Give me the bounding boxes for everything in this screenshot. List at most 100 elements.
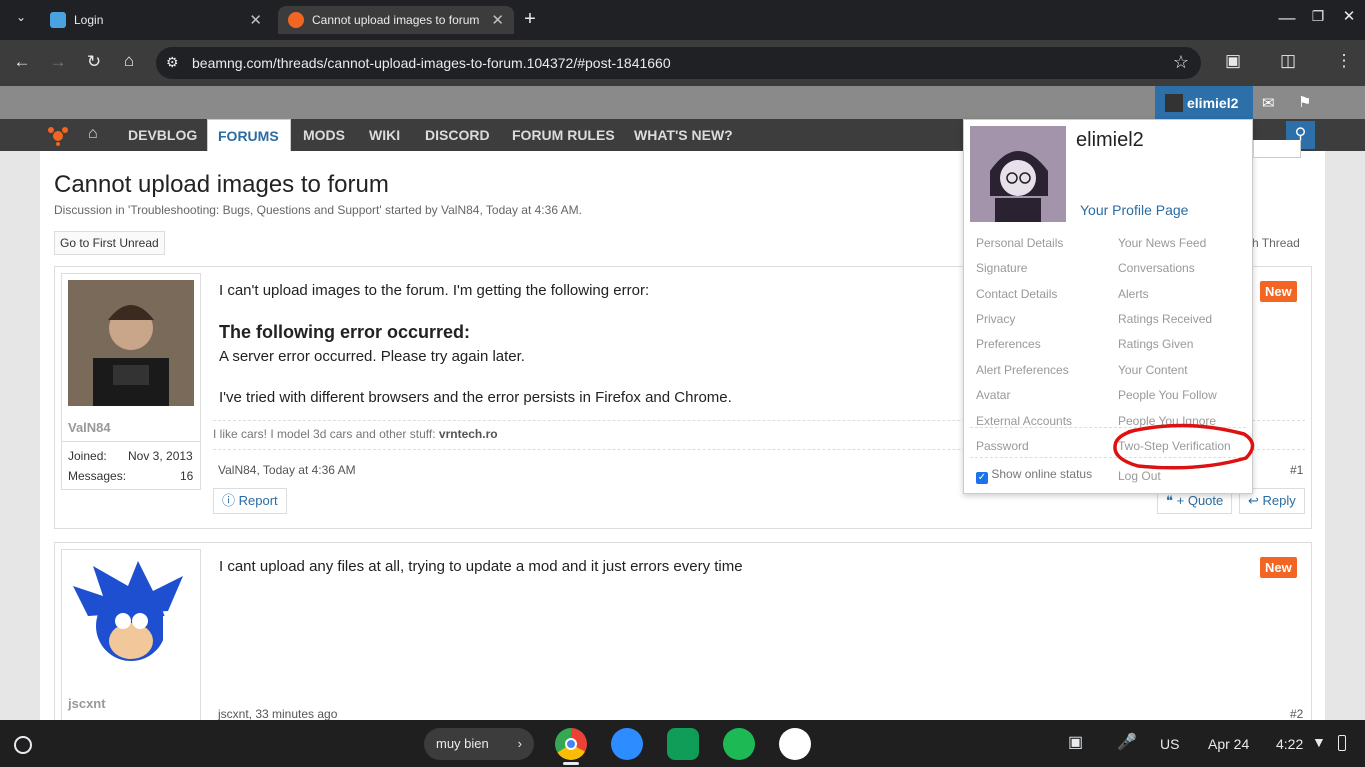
- menu-preferences[interactable]: Preferences: [976, 337, 1041, 351]
- menu-contact-details[interactable]: Contact Details: [976, 287, 1057, 301]
- date[interactable]: Apr 24: [1208, 736, 1249, 752]
- chevron-right-icon: ›: [517, 736, 522, 751]
- nav-devblog[interactable]: DEVBLOG: [118, 119, 207, 151]
- menu-ratings-received[interactable]: Ratings Received: [1118, 312, 1212, 326]
- chrome-icon[interactable]: [555, 728, 587, 760]
- menu-people-you-follow[interactable]: People You Follow: [1118, 388, 1217, 402]
- nav-discord[interactable]: DISCORD: [415, 119, 500, 151]
- address-bar[interactable]: ⚙ beamng.com/threads/cannot-upload-image…: [156, 47, 1201, 79]
- close-icon[interactable]: ✕: [491, 11, 504, 29]
- spotify-icon[interactable]: [723, 728, 755, 760]
- tab-search-icon[interactable]: ⌄: [6, 10, 36, 24]
- screenshot-icon[interactable]: ▣: [1068, 732, 1083, 752]
- info-icon: ⓘ: [222, 493, 236, 508]
- menu-privacy[interactable]: Privacy: [976, 312, 1015, 326]
- restore-icon[interactable]: ❐: [1303, 8, 1333, 25]
- menu-alerts[interactable]: Alerts: [1118, 287, 1149, 301]
- menu-external-accounts[interactable]: External Accounts: [976, 414, 1072, 428]
- avatar[interactable]: [68, 556, 194, 682]
- back-icon[interactable]: ←: [7, 52, 37, 72]
- nav-mods[interactable]: MODS: [293, 119, 355, 151]
- menu-personal-details[interactable]: Personal Details: [976, 236, 1063, 250]
- messages-label: Messages:: [68, 469, 127, 483]
- launcher-icon[interactable]: [14, 736, 32, 754]
- menu-alert-preferences[interactable]: Alert Preferences: [976, 363, 1069, 377]
- checkbox-checked[interactable]: ✓: [976, 472, 988, 484]
- profile-page-link[interactable]: Your Profile Page: [1080, 202, 1188, 218]
- post-footer[interactable]: jscxnt, 33 minutes ago: [218, 707, 337, 721]
- home-icon[interactable]: ⌂: [114, 51, 144, 71]
- avatar[interactable]: [68, 280, 194, 406]
- post-number[interactable]: #1: [1290, 463, 1303, 477]
- nav-forums[interactable]: FORUMS: [207, 119, 291, 151]
- tab-strip: ⌄ Login ✕ Cannot upload images to forum …: [0, 0, 1365, 40]
- account-button[interactable]: elimiel2: [1155, 86, 1253, 119]
- text-pill[interactable]: muy bien ›: [424, 728, 534, 760]
- post-username[interactable]: ValN84: [68, 420, 111, 435]
- bookmark-star-icon[interactable]: ☆: [1173, 52, 1189, 73]
- input-language[interactable]: US: [1160, 736, 1179, 752]
- minimize-icon[interactable]: —: [1272, 8, 1302, 28]
- joined-label: Joined:: [68, 449, 107, 463]
- extensions-icon[interactable]: ▣: [1218, 51, 1248, 71]
- classroom-icon[interactable]: [667, 728, 699, 760]
- report-button[interactable]: ⓘ Report: [213, 488, 287, 514]
- post-footer[interactable]: ValN84, Today at 4:36 AM: [218, 463, 356, 477]
- tab-thread[interactable]: Cannot upload images to forum ✕: [278, 6, 514, 34]
- new-tab-icon[interactable]: +: [515, 8, 545, 31]
- cloud-icon: [50, 12, 66, 28]
- menu-news-feed[interactable]: Your News Feed: [1118, 236, 1206, 250]
- menu-your-content[interactable]: Your Content: [1118, 363, 1188, 377]
- menu-icon[interactable]: ⋮: [1329, 51, 1359, 71]
- messages-count: 16: [180, 469, 194, 483]
- post-username[interactable]: jscxnt: [68, 696, 106, 711]
- thread-meta: Discussion in 'Troubleshooting: Bugs, Qu…: [54, 203, 582, 217]
- menu-conversations[interactable]: Conversations: [1118, 261, 1195, 275]
- home-icon[interactable]: ⌂: [88, 125, 98, 143]
- menu-ratings-given[interactable]: Ratings Given: [1118, 337, 1193, 351]
- nav-wiki[interactable]: WIKI: [359, 119, 410, 151]
- post-text: I can't upload images to the forum. I'm …: [219, 282, 650, 299]
- inbox-icon[interactable]: ✉: [1262, 94, 1275, 112]
- close-icon[interactable]: ✕: [249, 11, 262, 29]
- reply-icon: ↩: [1248, 493, 1259, 508]
- reporting-tab: [1253, 140, 1301, 158]
- post-text: I've tried with different browsers and t…: [219, 389, 732, 406]
- reading-list-icon[interactable]: ◫: [1273, 51, 1303, 71]
- capcut-icon[interactable]: [779, 728, 811, 760]
- menu-signature[interactable]: Signature: [976, 261, 1027, 275]
- wifi-icon[interactable]: ▼: [1312, 734, 1326, 750]
- active-app-indicator: [563, 762, 579, 765]
- dropdown-username: elimiel2: [1076, 129, 1144, 151]
- alerts-flag-icon[interactable]: ⚑: [1298, 93, 1311, 111]
- dropdown-avatar[interactable]: [970, 126, 1066, 222]
- reply-label: Reply: [1262, 493, 1296, 508]
- zoom-icon[interactable]: [611, 728, 643, 760]
- go-to-first-unread-button[interactable]: Go to First Unread: [54, 231, 165, 255]
- clock[interactable]: 4:22: [1276, 736, 1303, 752]
- account-username: elimiel2: [1187, 94, 1239, 111]
- beamng-logo-icon[interactable]: [47, 126, 69, 146]
- microphone-icon[interactable]: 🎤: [1117, 732, 1137, 752]
- nav-whats-new[interactable]: WHAT'S NEW?: [624, 119, 743, 151]
- post-number[interactable]: #2: [1290, 707, 1303, 721]
- signature: I like cars! I model 3d cars and other s…: [213, 427, 498, 441]
- site-info-icon[interactable]: ⚙: [166, 54, 179, 71]
- forward-icon[interactable]: →: [43, 52, 73, 72]
- menu-password[interactable]: Password: [976, 439, 1029, 453]
- window-close-icon[interactable]: ✕: [1334, 7, 1364, 25]
- error-heading: The following error occurred:: [219, 322, 471, 342]
- nav-forum-rules[interactable]: FORUM RULES: [502, 119, 625, 151]
- joined-date: Nov 3, 2013: [128, 449, 193, 463]
- url-text: beamng.com/threads/cannot-upload-images-…: [192, 55, 671, 71]
- new-badge: New: [1260, 281, 1297, 302]
- tab-title: Login: [74, 13, 104, 27]
- show-online-status[interactable]: ✓ Show online status: [976, 467, 1092, 484]
- reload-icon[interactable]: ↻: [79, 52, 109, 72]
- divider: [61, 441, 201, 442]
- tab-login[interactable]: Login ✕: [40, 6, 272, 34]
- show-online-label: Show online status: [991, 467, 1093, 481]
- menu-avatar[interactable]: Avatar: [976, 388, 1010, 402]
- signature-link[interactable]: vrntech.ro: [439, 427, 498, 441]
- battery-icon[interactable]: [1338, 735, 1346, 751]
